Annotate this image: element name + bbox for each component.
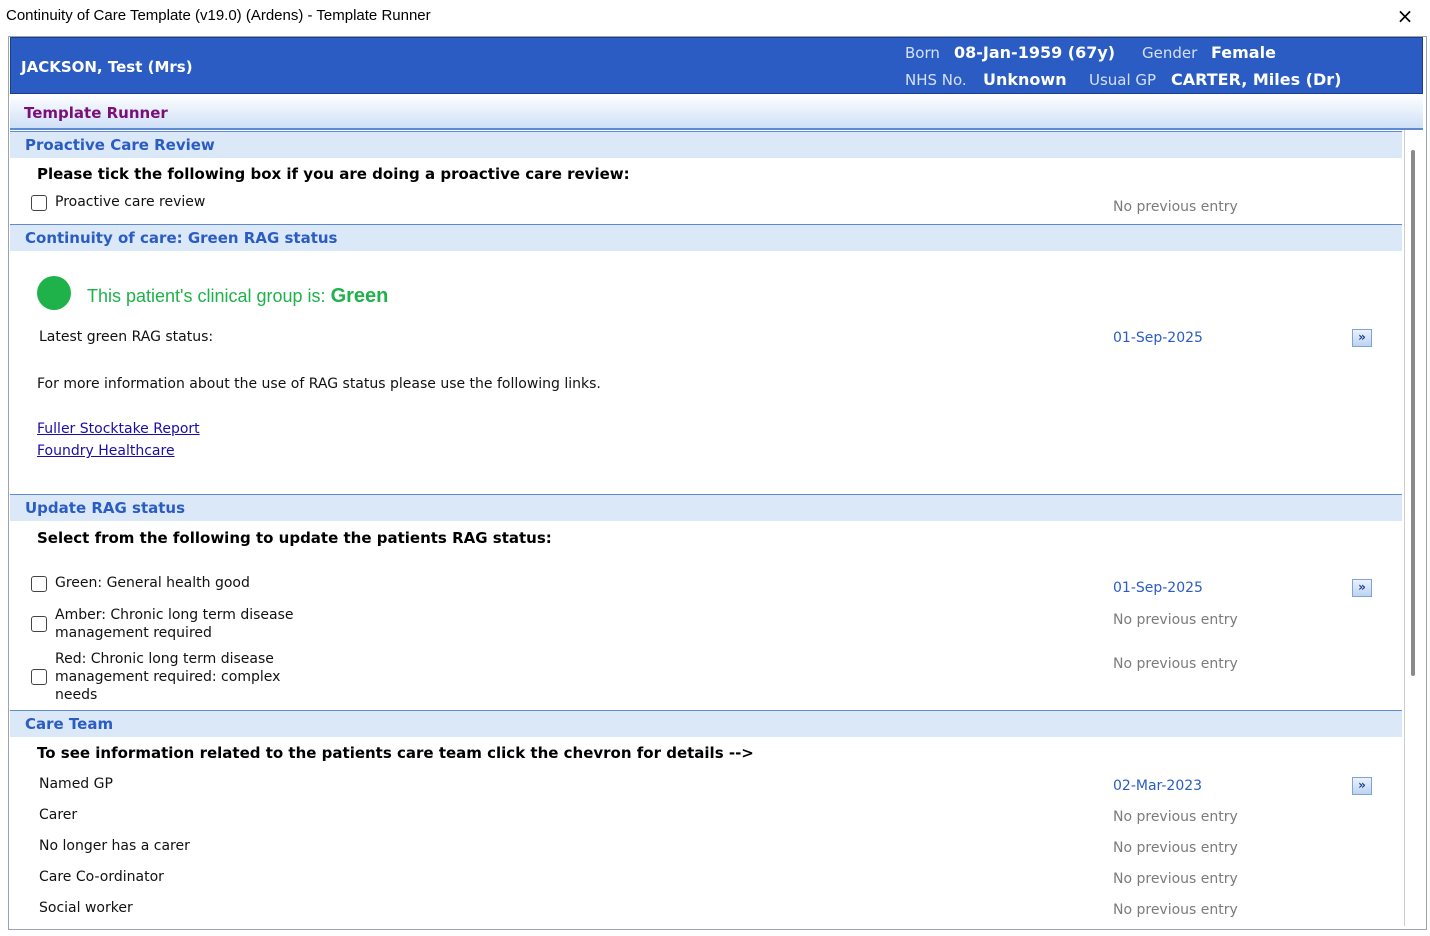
clinical-group-message: This patient's clinical group is: Green [87,285,388,308]
patient-name: JACKSON, Test (Mrs) [21,58,193,76]
proactive-care-checkbox[interactable] [31,195,47,211]
proactive-status: No previous entry [1113,199,1238,215]
careteam-named-gp-date: 02-Mar-2023 [1113,778,1203,794]
careteam-row-no-longer-carer: No longer has a carer [39,838,190,854]
patient-banner: JACKSON, Test (Mrs) Born 08-Jan-1959 (67… [10,37,1423,94]
rag-amber-status: No previous entry [1113,612,1238,628]
link-foundry-healthcare[interactable]: Foundry Healthcare [37,443,175,459]
named-gp-chevron-icon[interactable]: » [1352,777,1372,795]
section-header: Care Team [25,715,114,733]
runner-title: Template Runner [24,104,168,122]
vertical-scrollbar[interactable] [1404,130,1422,926]
clinical-group-value: Green [330,285,389,307]
careteam-carer-status: No previous entry [1113,809,1238,825]
careteam-care-coordinator-status: No previous entry [1113,871,1238,887]
section-header: Update RAG status [25,499,186,517]
green-status-dot-icon [37,276,71,310]
gp-value: CARTER, Miles (Dr) [1171,70,1342,89]
update-instruction: Select from the following to update the … [37,529,552,547]
section-header: Proactive Care Review [25,136,215,154]
section-header: Continuity of care: Green RAG status [25,229,338,247]
link-fuller-stocktake[interactable]: Fuller Stocktake Report [37,421,200,437]
section-care-team: Care Team [10,710,1402,737]
title-bar: Continuity of Care Template (v19.0) (Ard… [0,0,1430,34]
latest-green-chevron-icon[interactable]: » [1352,329,1372,347]
born-value: 08-Jan-1959 (67y) [954,43,1116,62]
rag-red-checkbox[interactable] [31,669,47,685]
section-proactive-care-review: Proactive Care Review [10,131,1402,158]
rag-red-status: No previous entry [1113,656,1238,672]
nhs-label: NHS No. [905,71,967,89]
latest-green-label: Latest green RAG status: [39,329,214,345]
careteam-row-named-gp: Named GP [39,776,113,792]
close-icon[interactable]: × [1392,3,1418,29]
gp-label: Usual GP [1089,71,1157,89]
careteam-row-care-coordinator: Care Co-ordinator [39,869,164,885]
gender-label: Gender [1142,44,1198,62]
window-title: Continuity of Care Template (v19.0) (Ard… [6,7,431,24]
section-green-rag-status: Continuity of care: Green RAG status [10,224,1402,251]
careteam-instruction: To see information related to the patien… [37,744,754,762]
scrollbar-thumb[interactable] [1411,150,1415,676]
section-update-rag-status: Update RAG status [10,494,1402,521]
rag-info-text: For more information about the use of RA… [37,376,601,392]
gender-value: Female [1211,43,1276,62]
born-label: Born [905,44,940,62]
rag-green-chevron-icon[interactable]: » [1352,579,1372,597]
careteam-row-social-worker: Social worker [39,900,133,916]
clinical-group-prefix: This patient's clinical group is: [87,286,326,306]
careteam-no-longer-carer-status: No previous entry [1113,840,1238,856]
template-content: Proactive Care Review Please tick the fo… [10,130,1402,926]
rag-green-date: 01-Sep-2025 [1113,580,1203,596]
proactive-care-label: Proactive care review [55,194,206,210]
proactive-instruction: Please tick the following box if you are… [37,165,630,183]
rag-green-label: Green: General health good [55,575,250,591]
latest-green-date: 01-Sep-2025 [1113,330,1203,346]
template-runner-header: Template Runner [10,94,1423,130]
rag-red-label: Red: Chronic long term disease managemen… [55,651,281,703]
careteam-row-carer: Carer [39,807,78,823]
nhs-value: Unknown [983,70,1067,89]
rag-amber-checkbox[interactable] [31,616,47,632]
rag-amber-label: Amber: Chronic long term disease managem… [55,607,294,641]
careteam-social-worker-status: No previous entry [1113,902,1238,918]
rag-green-checkbox[interactable] [31,576,47,592]
